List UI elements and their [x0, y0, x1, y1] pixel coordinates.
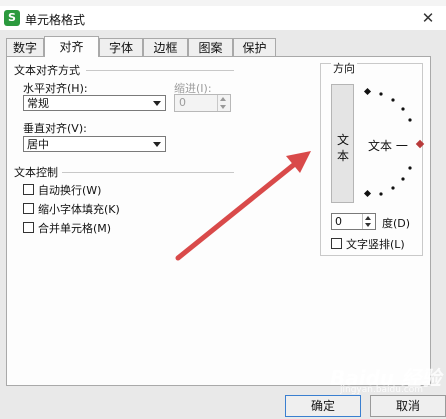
tab-alignment[interactable]: 对齐 [44, 36, 99, 57]
watermark-url: jingyan.baidu.com [340, 385, 424, 395]
cancel-button[interactable]: 取消 [370, 395, 446, 417]
ok-button[interactable]: 确定 [285, 395, 361, 417]
annotation-arrow-shaft [175, 160, 299, 261]
annotation-arrow [175, 151, 311, 261]
